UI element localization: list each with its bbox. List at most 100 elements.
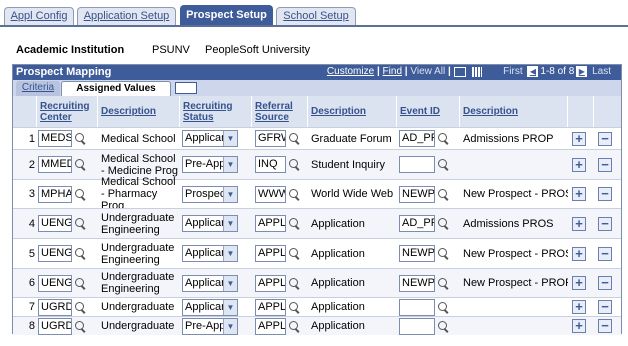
event-id-input[interactable]: NEWPI	[399, 245, 435, 262]
lookup-icon[interactable]	[74, 320, 87, 333]
lookup-icon[interactable]	[74, 217, 87, 230]
add-row-button[interactable]: +	[572, 276, 586, 290]
add-row-button[interactable]: +	[572, 157, 586, 172]
add-row-button[interactable]: +	[572, 319, 586, 333]
lookup-icon[interactable]	[74, 188, 87, 201]
lookup-icon[interactable]	[288, 132, 301, 145]
lookup-icon[interactable]	[74, 277, 87, 290]
tab-application-setup[interactable]: Application Setup	[77, 7, 176, 26]
referral-source-input[interactable]: APPL	[255, 317, 286, 335]
row-number: 1	[28, 132, 35, 145]
delete-row-button[interactable]: −	[598, 319, 612, 333]
recruiting-center-input[interactable]: UENG	[38, 215, 72, 232]
recruiting-center-input[interactable]: MMED	[38, 156, 72, 173]
event-id-input[interactable]: AD_PR	[399, 215, 435, 232]
event-id-input[interactable]: NEWPI	[399, 185, 435, 203]
lookup-icon[interactable]	[288, 320, 301, 333]
add-row-button[interactable]: +	[572, 216, 586, 231]
description-3-text: Admissions PROS	[463, 217, 554, 230]
grid-tab-assigned-values[interactable]: Assigned Values	[61, 81, 171, 96]
delete-row-button[interactable]: −	[598, 300, 612, 314]
recruiting-center-input[interactable]: UGRD	[38, 298, 72, 316]
lookup-icon[interactable]	[437, 320, 450, 333]
col-referral-source[interactable]: Referral Source	[252, 96, 308, 127]
lookup-icon[interactable]	[437, 158, 450, 171]
lookup-icon[interactable]	[288, 247, 301, 260]
add-row-button[interactable]: +	[572, 131, 586, 146]
next-icon[interactable]: ▶	[576, 66, 588, 77]
recruiting-status-select[interactable]: Applicar ▼	[182, 274, 238, 292]
tab-prospect-setup[interactable]: Prospect Setup	[180, 5, 273, 26]
lookup-icon[interactable]	[437, 132, 450, 145]
delete-row-button[interactable]: −	[598, 246, 612, 261]
recruiting-status-select[interactable]: Prospec ▼	[182, 185, 238, 203]
new-window-icon[interactable]	[453, 66, 466, 77]
lookup-icon[interactable]	[437, 247, 450, 260]
delete-row-button[interactable]: −	[598, 216, 612, 231]
find-link[interactable]: Find	[383, 66, 402, 77]
lookup-icon[interactable]	[437, 277, 450, 290]
first-link[interactable]: First	[503, 66, 522, 77]
lookup-icon[interactable]	[437, 301, 450, 314]
col-recruiting-center[interactable]: Recruiting Center	[37, 96, 98, 127]
lookup-icon[interactable]	[74, 132, 87, 145]
delete-row-button[interactable]: −	[598, 276, 612, 290]
tab-appl-config[interactable]: Appl Config	[4, 7, 74, 26]
lookup-icon[interactable]	[74, 247, 87, 260]
recruiting-status-select[interactable]: Applicar ▼	[182, 130, 238, 147]
recruiting-status-select[interactable]: Applicar ▼	[182, 245, 238, 262]
add-row-button[interactable]: +	[572, 246, 586, 261]
referral-source-input[interactable]: WWW	[255, 185, 286, 203]
event-id-input[interactable]	[399, 298, 435, 316]
recruiting-status-select[interactable]: Applicar ▼	[182, 298, 238, 316]
col-event-id[interactable]: Event ID	[397, 96, 460, 127]
delete-row-button[interactable]: −	[598, 187, 612, 201]
col-description-2[interactable]: Description	[308, 96, 397, 127]
show-all-columns-icon[interactable]	[175, 82, 197, 94]
view-all-link[interactable]: View All	[410, 66, 445, 77]
add-row-button[interactable]: +	[572, 300, 586, 314]
lookup-icon[interactable]	[437, 188, 450, 201]
delete-row-button[interactable]: −	[598, 157, 612, 172]
lookup-icon[interactable]	[288, 217, 301, 230]
grid-tab-criteria[interactable]: Criteria	[16, 81, 60, 96]
lookup-icon[interactable]	[288, 277, 301, 290]
referral-source-input[interactable]: GFRW	[255, 130, 286, 147]
lookup-icon[interactable]	[74, 301, 87, 314]
recruiting-status-select[interactable]: Pre-App ▼	[182, 156, 238, 173]
recruiting-center-input[interactable]: MEDS	[38, 130, 72, 147]
customize-link[interactable]: Customize	[327, 66, 374, 77]
referral-source-input[interactable]: APPL	[255, 245, 286, 262]
col-recruiting-status[interactable]: Recruiting Status	[180, 96, 252, 127]
event-id-input[interactable]: AD_PR	[399, 130, 435, 147]
previous-icon[interactable]: ◀	[527, 66, 539, 77]
col-description-1[interactable]: Description	[98, 96, 180, 127]
lookup-icon[interactable]	[288, 301, 301, 314]
description-3-text: New Prospect - PROS	[463, 247, 568, 260]
last-link[interactable]: Last	[592, 66, 611, 77]
referral-source-input[interactable]: INQ	[255, 156, 286, 173]
tab-school-setup[interactable]: School Setup	[276, 7, 356, 26]
lookup-icon[interactable]	[288, 158, 301, 171]
referral-source-input[interactable]: APPL	[255, 274, 286, 292]
recruiting-center-input[interactable]: UGRD	[38, 317, 72, 335]
recruiting-status-select[interactable]: Pre-App ▼	[182, 317, 238, 335]
col-description-3[interactable]: Description	[460, 96, 568, 127]
lookup-icon[interactable]	[437, 217, 450, 230]
lookup-icon[interactable]	[74, 158, 87, 171]
referral-source-input[interactable]: APPL	[255, 298, 286, 316]
recruiting-center-input[interactable]: UENG	[38, 274, 72, 292]
recruiting-status-select[interactable]: Applicar ▼	[182, 215, 238, 232]
recruiting-center-input[interactable]: UENG	[38, 245, 72, 262]
table-row: 8 UGRD Undergraduate Pre-App ▼ APPL Applicatio…	[13, 316, 621, 335]
event-id-input[interactable]	[399, 156, 435, 173]
event-id-input[interactable]	[399, 317, 435, 335]
add-row-button[interactable]: +	[572, 187, 586, 201]
referral-source-input[interactable]: APPL	[255, 215, 286, 232]
description-3-text	[463, 317, 568, 335]
recruiting-center-input[interactable]: MPHA	[38, 185, 72, 203]
event-id-input[interactable]: NEWPI	[399, 274, 435, 292]
download-grid-icon[interactable]	[472, 66, 483, 77]
delete-row-button[interactable]: −	[598, 131, 612, 146]
lookup-icon[interactable]	[288, 188, 301, 201]
